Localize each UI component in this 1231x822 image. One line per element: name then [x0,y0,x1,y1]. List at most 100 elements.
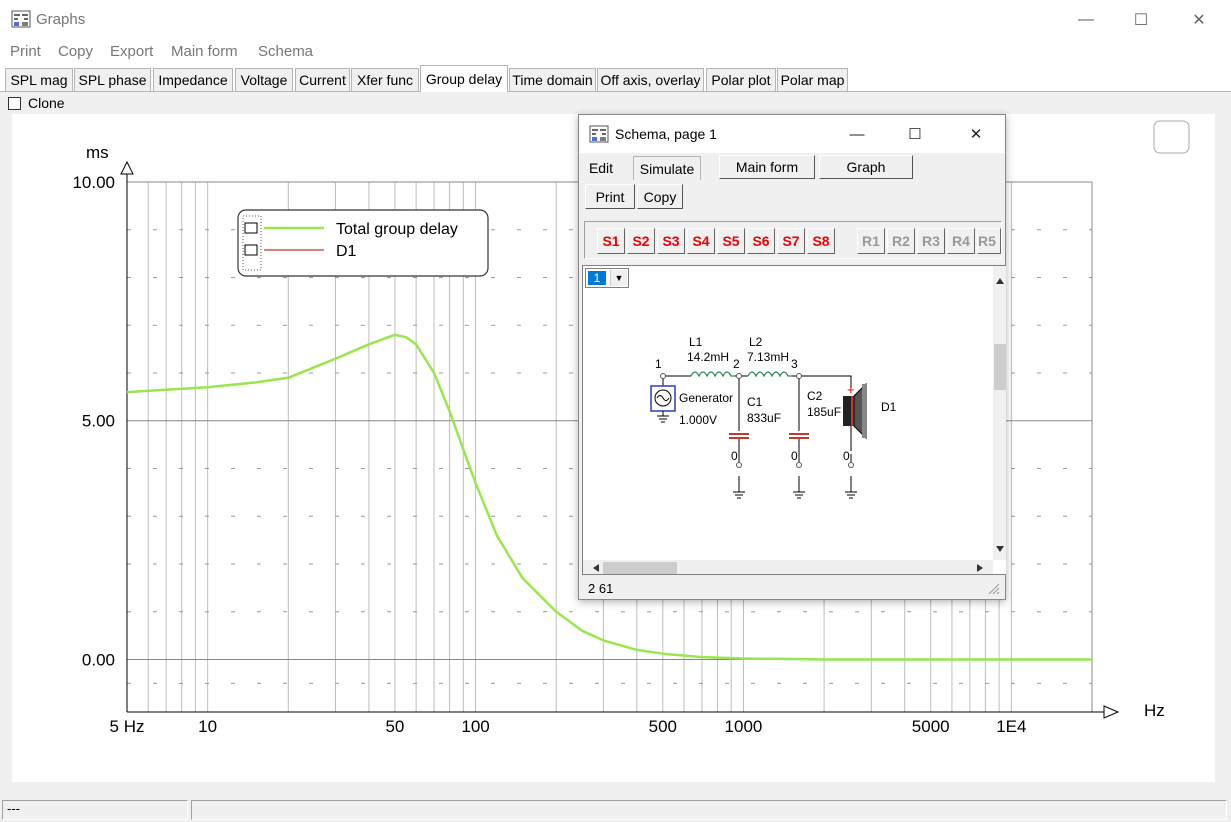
s8-button[interactable]: S8 [807,228,835,254]
legend-box [237,209,489,277]
tab-off-axis-overlay[interactable]: Off axis, overlay [597,68,704,91]
c1-value: 833uF [747,411,781,425]
tab-polar-plot[interactable]: Polar plot [706,68,776,91]
series-point [701,657,702,658]
menu-main-form[interactable]: Main form [171,43,238,60]
inductor-l1-icon[interactable] [690,371,735,378]
menu-print[interactable]: Print [10,43,41,60]
menu-schema[interactable]: Schema [258,43,313,60]
series-point [582,630,583,631]
tab-xfer-func[interactable]: Xfer func [351,68,419,91]
schema-main-form-button[interactable]: Main form [719,155,815,179]
series-point [790,659,791,660]
series-point [127,392,128,393]
minimize-button[interactable]: — [1057,0,1115,40]
y-tick-label: 5.00 [82,412,115,431]
tab-polar-map[interactable]: Polar map [777,68,848,91]
legend-label-total: Total group delay [336,221,458,238]
c2-name: C2 [807,389,823,403]
left-frame [0,114,12,782]
graph-tabs: SPL mag SPL phase Impedance Voltage Curr… [0,64,1231,92]
schema-maximize-button[interactable]: ☐ [892,115,938,153]
r1-button[interactable]: R1 [857,228,885,254]
schema-tab-edit[interactable]: Edit [583,156,619,180]
resize-grip-icon[interactable] [986,581,1000,595]
vertical-scroll-thumb[interactable] [994,344,1006,390]
schema-print-button[interactable]: Print [585,184,635,209]
y-tick-label: 10.00 [72,173,115,192]
y-axis-arrow-icon [120,160,134,175]
schema-tab-simulate[interactable]: Simulate [633,156,701,180]
schema-status-text: 2 61 [588,581,614,596]
driver-plus-label: + [847,382,855,397]
schema-copy-button[interactable]: Copy [637,184,683,209]
title-bar: Graphs — ☐ ✕ [0,0,1231,40]
schematic-canvas[interactable]: 1 ▼ + L1 14.2mH L2 7.13mH C1 833uF C2 18… [582,265,1006,575]
r3-button[interactable]: R3 [917,228,945,254]
tab-spl-mag[interactable]: SPL mag [5,68,73,91]
series-point [288,377,289,378]
tab-spl-phase[interactable]: SPL phase [74,68,151,91]
r4-button[interactable]: R4 [947,228,975,254]
capacitor-c1-icon[interactable] [729,433,749,439]
vertical-scrollbar[interactable] [993,266,1006,560]
clone-checkbox[interactable] [8,97,21,110]
series-point [496,535,497,536]
tab-current[interactable]: Current [295,68,350,91]
inductor-l2-icon[interactable] [747,371,792,378]
clone-row: Clone [0,92,1231,114]
legend-checkbox-total[interactable] [244,222,258,234]
schema-close-button[interactable]: ✕ [953,115,999,153]
s5-button[interactable]: S5 [717,228,745,254]
series-point [522,578,523,579]
series-point [335,358,336,359]
series-point [368,344,369,345]
right-frame [1215,114,1231,782]
c2-value: 185uF [807,405,841,419]
s7-button[interactable]: S7 [777,228,805,254]
node-label-0-c1: 0 [731,449,738,463]
r5-button[interactable]: R5 [977,228,1001,254]
tab-group-delay[interactable]: Group delay [420,65,508,92]
menu-copy[interactable]: Copy [58,43,93,60]
generator-value: 1.000V [679,413,717,427]
series-point [463,449,464,450]
chart-legend[interactable]: Total group delay D1 [237,209,489,277]
chart-options-button[interactable] [1153,120,1190,154]
x-tick-label: 50 [385,717,404,736]
x-tick-label: 500 [649,717,677,736]
legend-label-d1: D1 [336,243,357,260]
x-tick-label: 100 [461,717,489,736]
series-point [394,334,395,335]
schematic-svg: + L1 14.2mH L2 7.13mH C1 833uF C2 185uF … [583,266,1006,574]
x-tick-label: 5000 [912,717,950,736]
node-label-1: 1 [655,357,662,371]
s3-button[interactable]: S3 [657,228,685,254]
schema-status-bar: 2 61 [582,577,1002,597]
maximize-button[interactable]: ☐ [1112,0,1170,40]
generator-icon[interactable] [650,385,676,423]
series-point [743,658,744,659]
capacitor-c2-icon[interactable] [789,433,809,439]
series-point [475,482,476,483]
series-point [1092,659,1093,660]
horizontal-scroll-thumb[interactable] [603,562,677,574]
close-button[interactable]: ✕ [1170,0,1228,40]
s6-button[interactable]: S6 [747,228,775,254]
s1-button[interactable]: S1 [597,228,625,254]
node-label-0-c2: 0 [791,449,798,463]
series-point [405,337,406,338]
menu-export[interactable]: Export [110,43,153,60]
series-point [166,389,167,390]
schema-minimize-button[interactable]: — [834,115,880,153]
s4-button[interactable]: S4 [687,228,715,254]
schema-graph-button[interactable]: Graph [819,155,913,179]
tab-time-domain[interactable]: Time domain [509,68,596,91]
legend-checkbox-d1[interactable] [244,244,258,256]
s2-button[interactable]: S2 [627,228,655,254]
r2-button[interactable]: R2 [887,228,915,254]
schema-window: Schema, page 1 — ☐ ✕ Edit Simulate Main … [578,114,1006,600]
tab-impedance[interactable]: Impedance [153,68,233,91]
tab-voltage[interactable]: Voltage [235,68,293,91]
series-point [636,649,637,650]
